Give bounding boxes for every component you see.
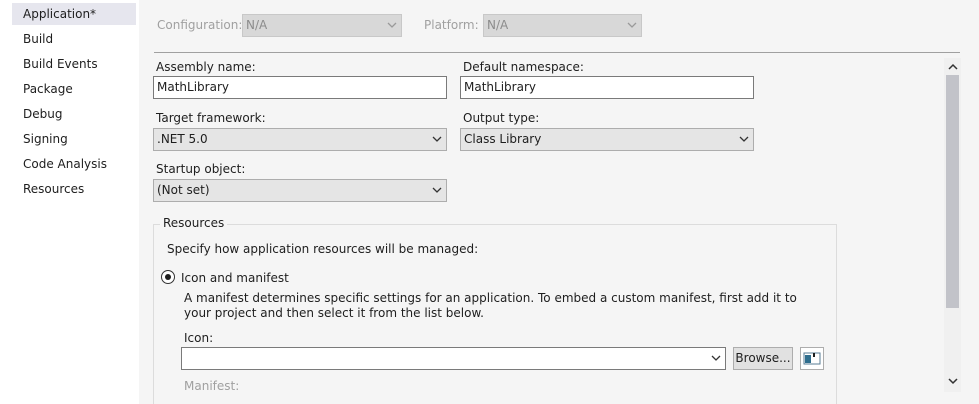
sidebar-item-application[interactable]: Application* — [12, 3, 136, 25]
configuration-dropdown[interactable]: N/A — [242, 14, 402, 37]
sidebar-item-resources[interactable]: Resources — [12, 178, 136, 200]
platform-dropdown[interactable]: N/A — [483, 14, 642, 37]
assembly-name-label: Assembly name: — [156, 60, 256, 74]
platform-value: N/A — [487, 18, 509, 32]
startup-object-dropdown[interactable]: (Not set) — [153, 179, 447, 202]
chevron-down-icon — [432, 187, 442, 193]
manifest-help-text-line1: A manifest determines specific settings … — [184, 291, 797, 305]
output-type-label: Output type: — [463, 111, 540, 125]
sidebar-item-signing[interactable]: Signing — [12, 128, 136, 150]
chevron-down-icon — [387, 22, 397, 28]
startup-object-label: Startup object: — [156, 162, 246, 176]
chevron-down-icon — [739, 136, 749, 142]
chevron-down-icon — [711, 355, 721, 361]
sidebar-item-build[interactable]: Build — [12, 28, 136, 50]
configuration-value: N/A — [246, 18, 268, 32]
startup-object-value: (Not set) — [157, 183, 210, 197]
sidebar-item-debug[interactable]: Debug — [12, 103, 136, 125]
resources-group-title: Resources — [160, 216, 228, 230]
icon-and-manifest-radio[interactable] — [161, 270, 175, 284]
sidebar-item-build-events[interactable]: Build Events — [12, 53, 136, 75]
configuration-label: Configuration: — [157, 18, 243, 32]
resources-description: Specify how application resources will b… — [167, 242, 479, 256]
icon-label: Icon: — [184, 331, 214, 345]
manifest-label: Manifest: — [184, 379, 240, 393]
application-icon — [803, 352, 821, 365]
scroll-up-icon[interactable] — [948, 63, 958, 71]
default-namespace-label: Default namespace: — [463, 60, 584, 74]
manifest-help-text-line2: your project and then select it from the… — [184, 306, 484, 320]
chevron-down-icon — [432, 136, 442, 142]
platform-label: Platform: — [424, 18, 479, 32]
sidebar-item-code-analysis[interactable]: Code Analysis — [12, 153, 136, 175]
chevron-down-icon — [627, 22, 637, 28]
scroll-down-icon[interactable] — [948, 377, 958, 385]
icon-combobox[interactable] — [181, 347, 726, 370]
assembly-name-input[interactable]: MathLibrary — [153, 76, 447, 99]
icon-and-manifest-label[interactable]: Icon and manifest — [181, 271, 289, 285]
output-type-value: Class Library — [464, 132, 542, 146]
target-framework-value: .NET 5.0 — [157, 132, 208, 146]
default-namespace-input[interactable]: MathLibrary — [460, 76, 754, 99]
sidebar-item-package[interactable]: Package — [12, 78, 136, 100]
browse-button[interactable]: Browse... — [733, 347, 793, 370]
divider — [154, 52, 960, 53]
icon-preview — [800, 347, 824, 370]
sidebar: Application* Build Build Events Package … — [0, 0, 139, 404]
output-type-dropdown[interactable]: Class Library — [460, 128, 754, 151]
target-framework-dropdown[interactable]: .NET 5.0 — [153, 128, 447, 151]
target-framework-label: Target framework: — [156, 111, 266, 125]
scrollbar-thumb[interactable] — [946, 75, 959, 308]
